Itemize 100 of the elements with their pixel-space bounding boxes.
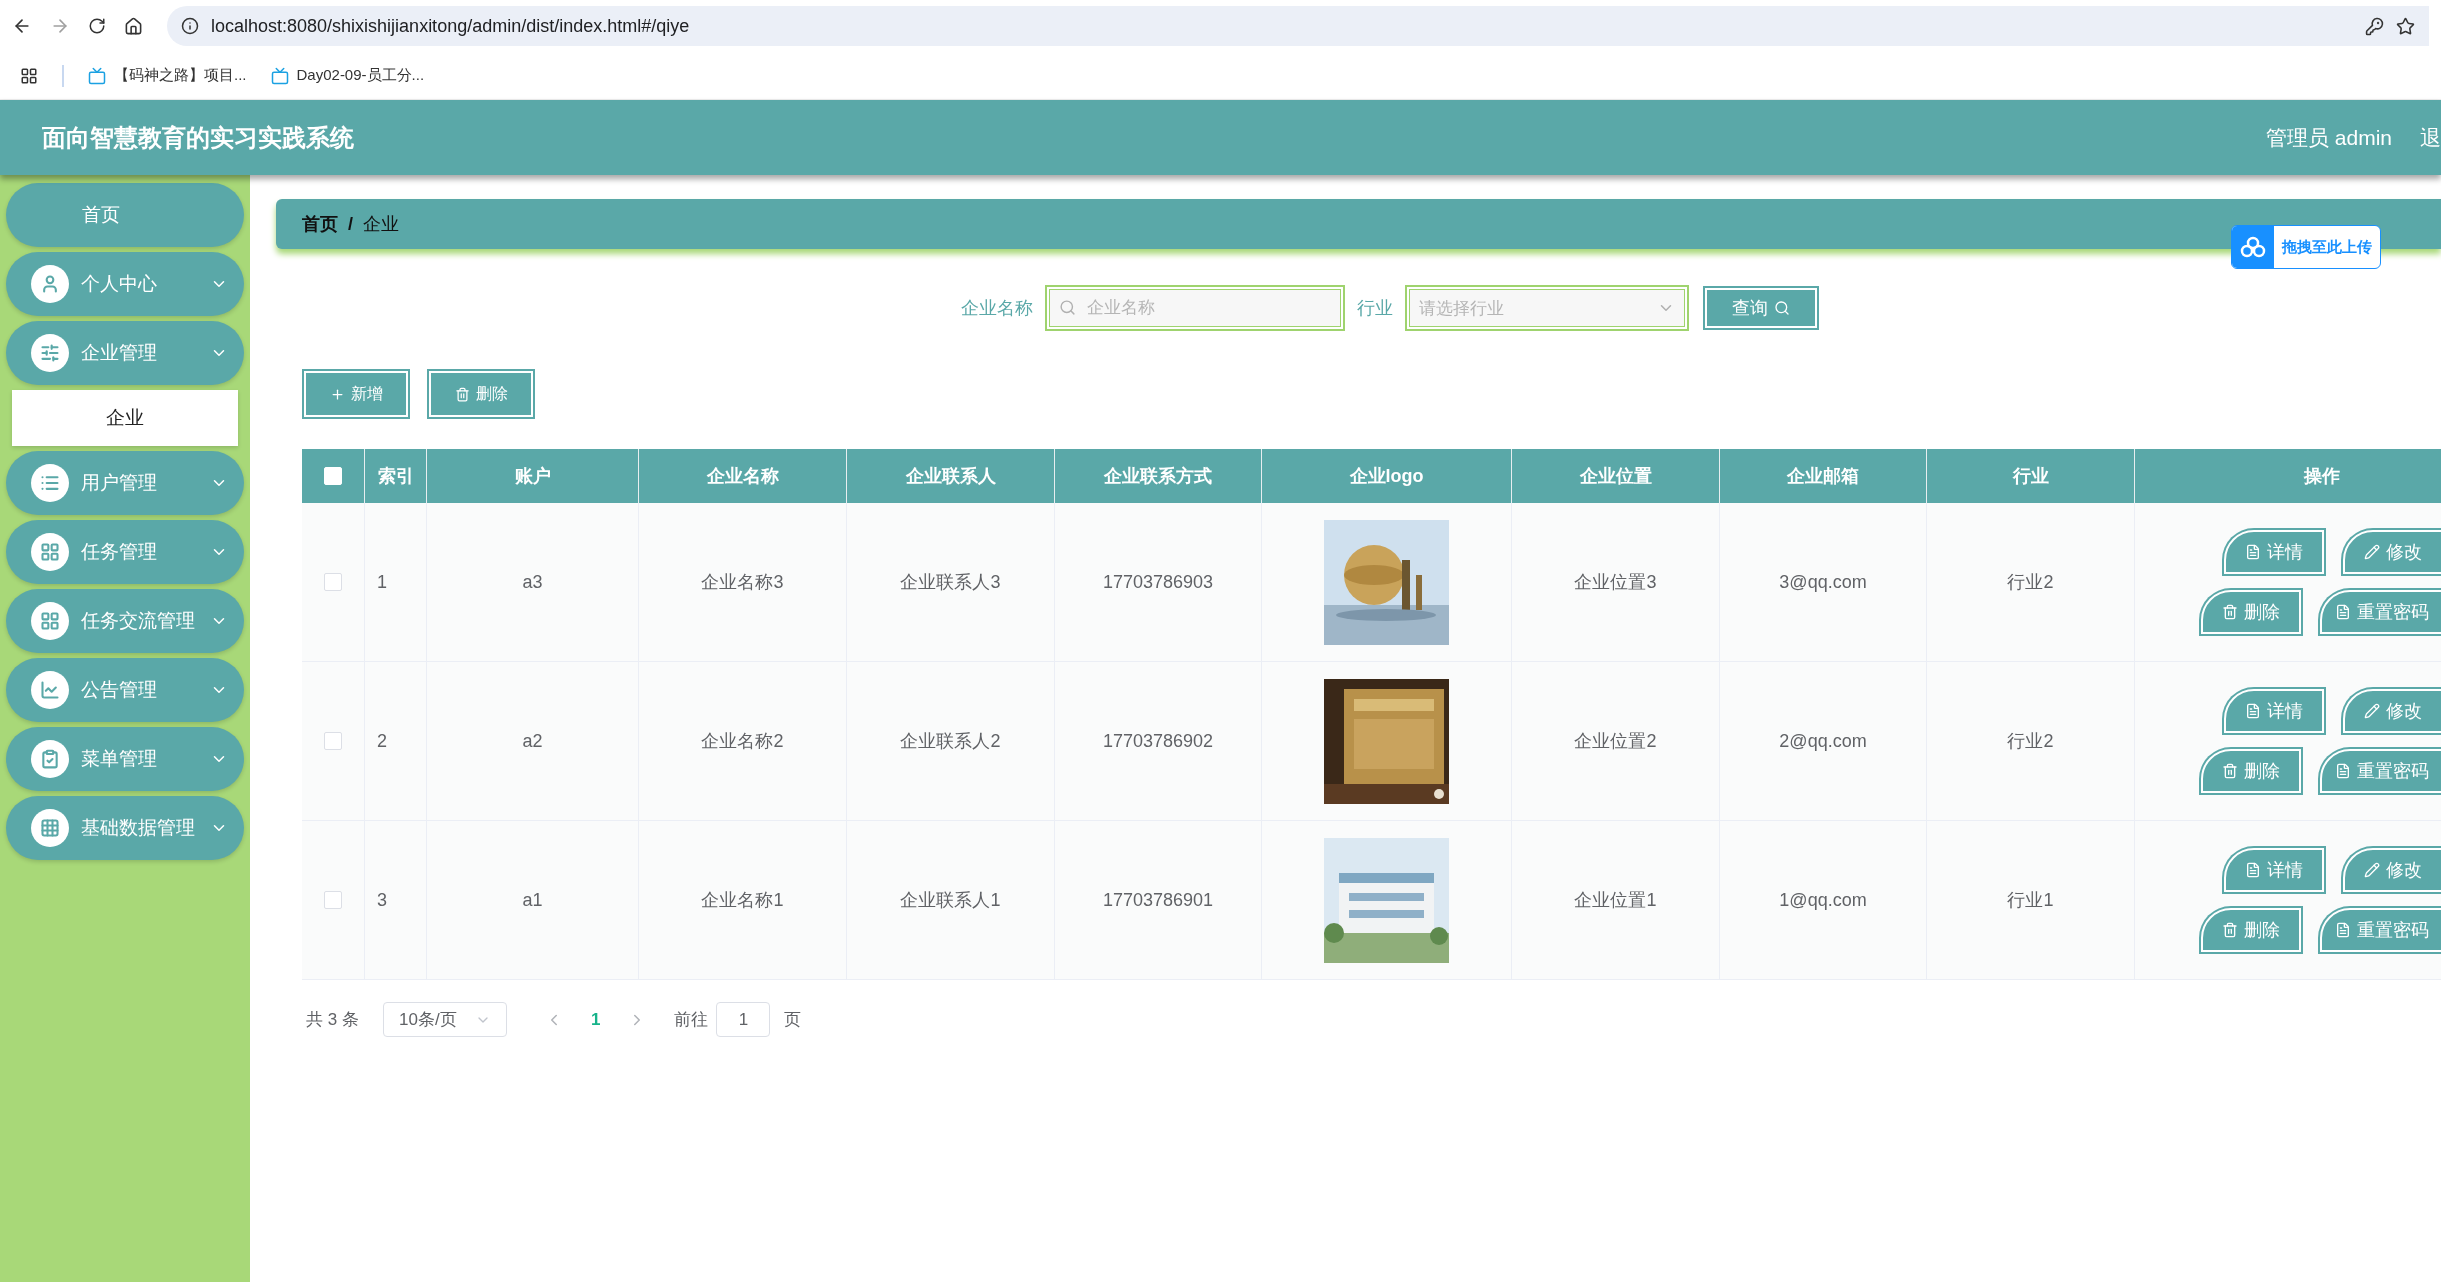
table-cell: 17703786903 <box>1055 503 1262 661</box>
delete-button[interactable]: 删除 <box>2200 749 2301 793</box>
table-cell: 企业联系人2 <box>847 662 1055 820</box>
table-cell: 3@qq.com <box>1720 503 1927 661</box>
delete-button[interactable]: 删除 <box>2200 590 2301 634</box>
trash-icon <box>2221 922 2238 938</box>
sidebar-item[interactable]: 基础数据管理 <box>6 796 244 860</box>
breadcrumb-separator: / <box>348 213 353 235</box>
detail-button[interactable]: 详情 <box>2223 530 2324 574</box>
checkbox[interactable] <box>324 573 342 591</box>
star-icon[interactable] <box>2396 16 2415 36</box>
document-icon <box>2334 604 2351 620</box>
table-cell: 17703786902 <box>1055 662 1262 820</box>
plus-icon <box>329 386 345 402</box>
field-label: 企业名称 <box>960 297 1033 320</box>
detail-button[interactable]: 详情 <box>2223 848 2324 892</box>
trash-icon <box>2221 763 2238 779</box>
key-icon[interactable] <box>2365 16 2384 36</box>
table-cell: 企业名称2 <box>639 662 847 820</box>
url-text: localhost:8080/shixishijianxitong/admin/dist/index.html#/qiye <box>211 15 691 37</box>
list-icon <box>31 464 69 502</box>
bookmark-link[interactable]: Day02-09-员工分... <box>270 66 425 85</box>
tv-icon <box>88 66 106 85</box>
sidebar-item[interactable]: 用户管理 <box>6 451 244 515</box>
table-cell: 1@qq.com <box>1720 821 1927 979</box>
table-cell: 企业位置3 <box>1512 503 1720 661</box>
pencil-icon <box>2363 862 2380 878</box>
table-cell: 企业联系人1 <box>847 821 1055 979</box>
table-cell: 2@qq.com <box>1720 662 1927 820</box>
search-icon <box>1058 299 1076 316</box>
table-cell: a2 <box>427 662 639 820</box>
document-icon <box>2244 703 2261 719</box>
detail-button[interactable]: 详情 <box>2223 689 2324 733</box>
chart-icon <box>31 671 69 709</box>
total-count: 共 3 条 <box>306 1009 359 1031</box>
document-icon <box>2334 922 2351 938</box>
home-icon[interactable] <box>124 16 143 36</box>
app-title: 面向智慧教育的实习实践系统 <box>42 122 355 153</box>
info-icon[interactable] <box>181 17 199 35</box>
search-field[interactable]: 企业名称 <box>1044 285 1345 331</box>
trash-icon <box>2221 604 2238 620</box>
logout-link[interactable]: 退 <box>2420 123 2441 152</box>
sidebar-item[interactable]: 首页 <box>6 183 244 247</box>
breadcrumb-item: 企业 <box>363 213 399 236</box>
apps-grid-icon[interactable] <box>20 66 38 85</box>
reset-button[interactable]: 重置密码 <box>2319 908 2441 952</box>
document-icon <box>2244 544 2261 560</box>
upload-badge[interactable]: 拖拽至此上传 <box>2231 225 2381 269</box>
page-input[interactable]: 1 <box>716 1002 771 1037</box>
delete-button[interactable]: 删除 <box>429 371 533 417</box>
table-cell: 企业联系人3 <box>847 503 1055 661</box>
table-cell: a3 <box>427 503 639 661</box>
reset-button[interactable]: 重置密码 <box>2319 590 2441 634</box>
page-number[interactable]: 1 <box>590 1009 601 1030</box>
table-cell: 行业2 <box>1927 503 2135 661</box>
sidebar-item[interactable]: 任务管理 <box>6 520 244 584</box>
clipboard-check-icon <box>31 740 69 778</box>
table-cell: 行业2 <box>1927 662 2135 820</box>
table-cell: 企业名称1 <box>639 821 847 979</box>
bookmark-link[interactable]: 【码神之路】项目... <box>88 66 247 85</box>
search-icon <box>1773 300 1790 316</box>
user-label: 管理员 admin <box>2265 124 2392 151</box>
checkbox[interactable] <box>324 732 342 750</box>
sidebar-subitem[interactable]: 企业 <box>12 390 238 446</box>
sidebar-item[interactable]: 企业管理 <box>6 321 244 385</box>
add-button[interactable]: 新增 <box>304 371 408 417</box>
edit-button[interactable]: 修改 <box>2342 530 2441 574</box>
breadcrumb-item[interactable]: 首页 <box>302 212 338 236</box>
grid-icon <box>31 809 69 847</box>
edit-button[interactable]: 修改 <box>2342 848 2441 892</box>
reset-button[interactable]: 重置密码 <box>2319 749 2441 793</box>
table-cell: 17703786901 <box>1055 821 1262 979</box>
sidebar-item[interactable]: 个人中心 <box>6 252 244 316</box>
sidebar-item[interactable]: 菜单管理 <box>6 727 244 791</box>
document-icon <box>2244 862 2261 878</box>
table-cell: a1 <box>427 821 639 979</box>
page-size-select[interactable]: 10条/页 <box>382 1002 507 1037</box>
table-cell: 1 <box>365 503 427 661</box>
table-cell: 3 <box>365 821 427 979</box>
sliders-icon <box>31 334 69 372</box>
table-cell: 企业位置2 <box>1512 662 1720 820</box>
table-cell: 2 <box>365 662 427 820</box>
select-field[interactable]: 请选择行业 <box>1404 285 1689 331</box>
grid-icon <box>31 602 69 640</box>
goto-label: 前往 <box>674 1009 709 1031</box>
table-cell: 行业1 <box>1927 821 2135 979</box>
query-button[interactable]: 查询 <box>1704 288 1817 328</box>
user-icon <box>31 265 69 303</box>
trash-icon <box>454 386 470 402</box>
sidebar-item[interactable]: 任务交流管理 <box>6 589 244 653</box>
address-bar[interactable]: localhost:8080/shixishijianxitong/admin/dist/index.html#/qiye <box>167 6 2429 46</box>
sidebar-item[interactable]: 公告管理 <box>6 658 244 722</box>
pencil-icon <box>2363 703 2380 719</box>
checkbox[interactable] <box>324 891 342 909</box>
grid-icon <box>31 533 69 571</box>
pencil-icon <box>2363 544 2380 560</box>
delete-button[interactable]: 删除 <box>2200 908 2301 952</box>
table-cell: 企业位置1 <box>1512 821 1720 979</box>
edit-button[interactable]: 修改 <box>2342 689 2441 733</box>
reload-icon[interactable] <box>88 17 106 35</box>
